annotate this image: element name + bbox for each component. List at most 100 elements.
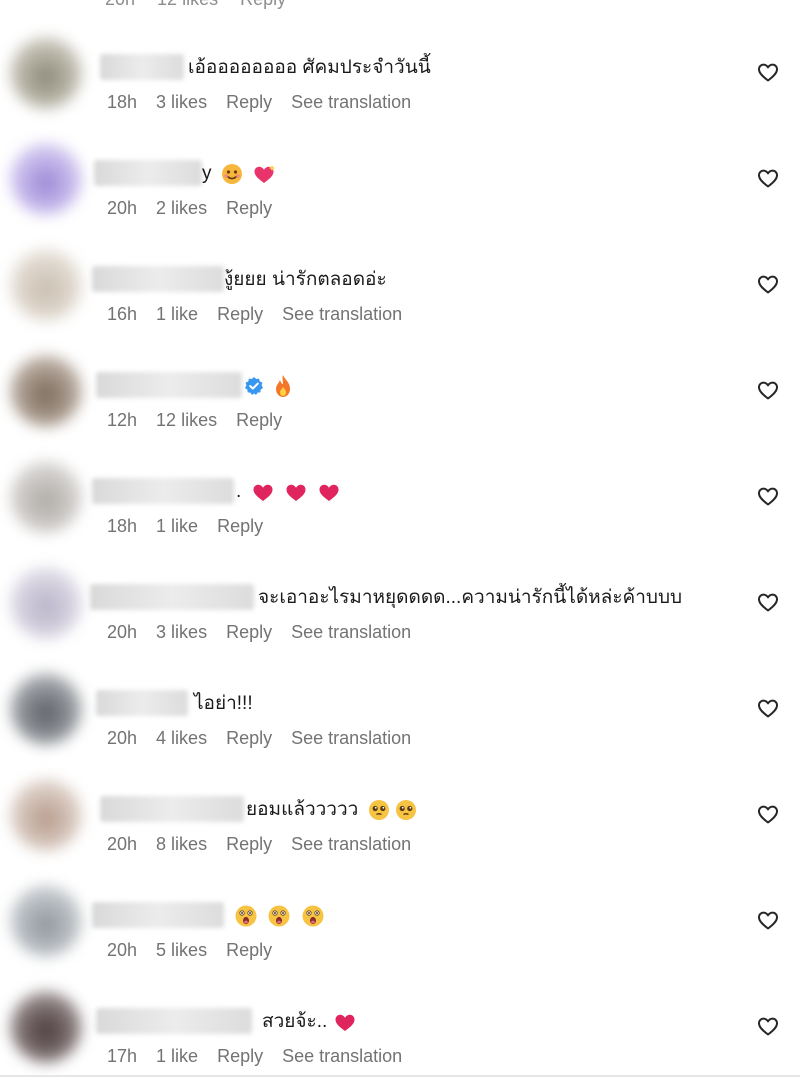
username-blurred[interactable] <box>96 690 188 716</box>
username-blurred[interactable] <box>100 54 184 80</box>
heart-outline-icon[interactable] <box>756 166 780 190</box>
heart-outline-icon[interactable] <box>756 1014 780 1038</box>
heart-outline-icon[interactable] <box>756 60 780 84</box>
username-blurred[interactable] <box>96 372 242 398</box>
comment-text: . <box>236 481 242 502</box>
reply-button[interactable]: Reply <box>236 410 282 431</box>
comment-meta: 20h 3 likes Reply See translation <box>107 622 411 643</box>
comment-time: 20h <box>107 728 138 748</box>
avatar[interactable] <box>10 779 82 851</box>
comment-meta: 20h 4 likes Reply See translation <box>107 728 411 749</box>
see-translation-button[interactable]: See translation <box>291 834 411 855</box>
comment-meta: 18h 1 like Reply <box>107 516 263 537</box>
see-translation-button[interactable]: See translation <box>282 304 402 325</box>
avatar[interactable] <box>10 567 82 639</box>
avatar[interactable] <box>10 461 82 533</box>
username-blurred[interactable] <box>92 266 224 292</box>
smiling-face-icon <box>221 163 242 184</box>
comment-item: 12h 12 likes Reply <box>0 350 800 456</box>
comment-meta: 12h 12 likes Reply <box>107 410 282 431</box>
reply-button[interactable]: Reply <box>217 304 263 325</box>
comment-time: 17h <box>107 1046 138 1066</box>
heart-outline-icon[interactable] <box>756 378 780 402</box>
see-translation-button[interactable]: See translation <box>291 728 411 749</box>
comment-likes[interactable]: 12 likes <box>157 0 218 10</box>
comment-likes[interactable]: 3 likes <box>156 622 207 643</box>
comment-likes[interactable]: 3 likes <box>156 92 207 113</box>
comment-item: y 20h 2 likes Reply <box>0 138 800 244</box>
heart-outline-icon[interactable] <box>756 696 780 720</box>
pleading-face-icon <box>368 799 389 820</box>
comment-text: งู้ยยย น่ารักตลอดอ่ะ <box>224 269 387 290</box>
username-blurred[interactable] <box>90 584 254 610</box>
reply-button[interactable]: Reply <box>226 834 272 855</box>
comment-likes[interactable]: 1 like <box>156 516 198 537</box>
avatar[interactable] <box>10 355 82 427</box>
comment-likes[interactable]: 12 likes <box>156 410 217 431</box>
comment-time: 20h <box>107 834 138 854</box>
comment-text: ไอย่า!!! <box>194 693 253 714</box>
avatar[interactable] <box>10 673 82 745</box>
comment-meta: 20h 8 likes Reply See translation <box>107 834 411 855</box>
comment-likes[interactable]: 2 likes <box>156 198 207 219</box>
reply-button[interactable]: Reply <box>226 728 272 749</box>
heart-outline-icon[interactable] <box>756 590 780 614</box>
avatar[interactable] <box>10 249 82 321</box>
username-blurred[interactable] <box>94 160 202 186</box>
username-blurred[interactable] <box>100 796 244 822</box>
red-heart-icon <box>286 484 306 501</box>
comment-text-row: ยอมแล้ววววว <box>246 796 417 824</box>
see-translation-button[interactable]: See translation <box>291 622 411 643</box>
avatar[interactable] <box>10 991 82 1063</box>
comment-item: ไอย่า!!! 20h 4 likes Reply See translati… <box>0 668 800 774</box>
see-translation-button[interactable]: See translation <box>282 1046 402 1067</box>
username-blurred[interactable] <box>92 478 234 504</box>
comment-meta: 17h 1 like Reply See translation <box>107 1046 402 1067</box>
reply-button[interactable]: Reply <box>217 516 263 537</box>
verified-badge-icon <box>245 376 263 395</box>
comment-text: สวยจ้ะ.. <box>262 1011 328 1032</box>
username-blurred[interactable] <box>92 902 224 928</box>
comment-text: y <box>202 163 212 184</box>
reply-button[interactable]: Reply <box>226 92 272 113</box>
heart-outline-icon[interactable] <box>756 484 780 508</box>
reply-button[interactable]: Reply <box>217 1046 263 1067</box>
comments-panel: 20h 12 likes Reply เอ้ออออออออ ศัคมประจำ… <box>0 0 800 1083</box>
comment-likes[interactable]: 1 like <box>156 1046 198 1067</box>
comment-item: . 18h 1 like Reply <box>0 456 800 562</box>
comment-time: 20h <box>107 622 138 642</box>
comment-item: สวยจ้ะ.. 17h 1 like Reply See translatio… <box>0 986 800 1083</box>
comment-likes[interactable]: 4 likes <box>156 728 207 749</box>
username-blurred[interactable] <box>96 1008 252 1034</box>
comment-item: จะเอาอะไรมาหยุดดดด...ความน่ารักนี้ได้หล่… <box>0 562 800 668</box>
reply-button[interactable]: Reply <box>226 198 272 219</box>
astonished-face-icon <box>235 905 257 927</box>
reply-button[interactable]: Reply <box>226 940 272 961</box>
comment-text-row: . <box>236 478 341 506</box>
see-translation-button[interactable]: See translation <box>291 92 411 113</box>
comment-likes[interactable]: 5 likes <box>156 940 207 961</box>
avatar[interactable] <box>10 143 82 215</box>
fire-icon <box>276 374 291 397</box>
comment-time: 20h <box>105 0 135 10</box>
reply-button[interactable]: Reply <box>240 0 286 10</box>
comment-likes[interactable]: 8 likes <box>156 834 207 855</box>
avatar[interactable] <box>10 885 82 957</box>
comment-text-row: y <box>202 160 276 188</box>
comment-text: เอ้ออออออออ ศัคมประจำวันนี้ <box>188 57 431 78</box>
reply-button[interactable]: Reply <box>226 622 272 643</box>
heart-outline-icon[interactable] <box>756 908 780 932</box>
heart-outline-icon[interactable] <box>756 802 780 826</box>
comment-likes[interactable]: 1 like <box>156 304 198 325</box>
bottom-divider <box>0 1075 800 1077</box>
red-heart-icon <box>319 484 339 501</box>
comment-time: 20h <box>107 198 138 218</box>
red-heart-icon <box>253 484 273 501</box>
comment-text-row <box>244 372 293 400</box>
avatar[interactable] <box>10 37 82 109</box>
previous-comment-meta: 20h 12 likes Reply <box>105 0 286 10</box>
comment-text-row <box>230 902 325 930</box>
comment-time: 18h <box>107 516 138 536</box>
astonished-face-icon <box>268 905 290 927</box>
heart-outline-icon[interactable] <box>756 272 780 296</box>
